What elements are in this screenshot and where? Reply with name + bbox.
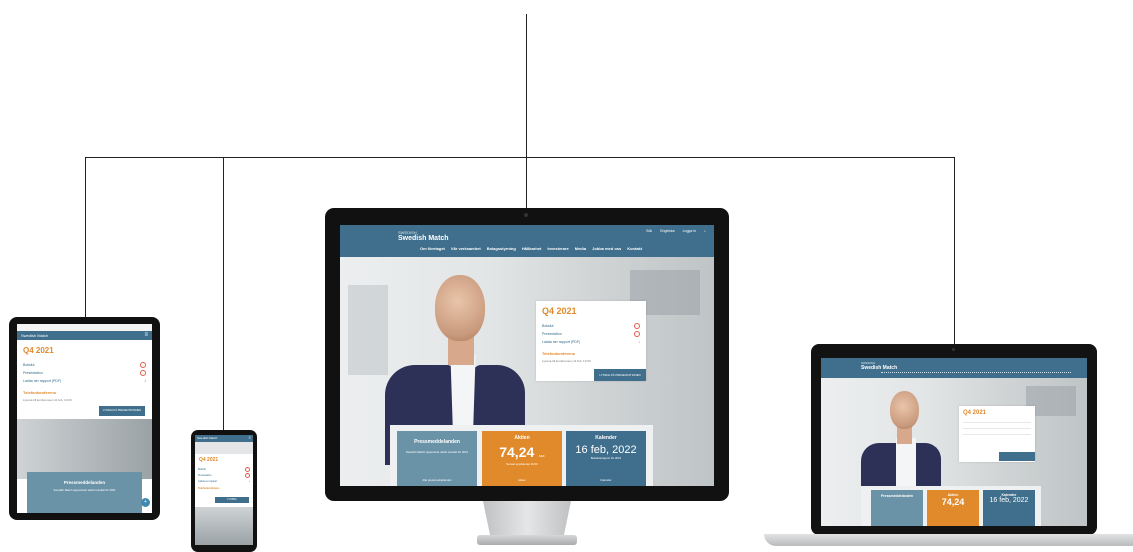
tile-press[interactable]: Pressmeddelanden Swedish Match rapporter… [397, 431, 477, 486]
phone-row-pdf[interactable]: Ladda ner rapport ↓ [195, 479, 253, 483]
laptop-nav-bar [881, 372, 1071, 375]
phone-row-presentation[interactable]: Presentation › [195, 473, 253, 478]
laptop-base [764, 534, 1133, 546]
ceo-photo-laptop [861, 388, 941, 503]
site-header: SWEDISH Swedish Match Sök Engelska Logga… [340, 225, 714, 257]
conference-label: Telefonkonferens [542, 351, 576, 356]
webcam-icon [524, 213, 528, 217]
tablet-listen-button[interactable]: LYSSNA PÅ PRESENTATIONEN [99, 406, 145, 416]
logo-main-text: Swedish Match [398, 235, 449, 242]
nav-item-hallbarhet[interactable]: Hållbarhet [522, 246, 542, 251]
tablet-header: Swedish Match ≡ [17, 331, 152, 340]
utility-bar: Sök Engelska Logga in ⌕ [646, 229, 706, 233]
desktop-monitor: SWEDISH Swedish Match Sök Engelska Logga… [325, 208, 729, 501]
tablet-row-pdf[interactable]: Ladda ner rapport (PDF) ↓ [17, 378, 152, 383]
nav-item-kontakt[interactable]: Kontakt [627, 246, 642, 251]
arrow-icon: › [245, 473, 250, 478]
nav-item-verksamhet[interactable]: Vår verksamhet [451, 246, 481, 251]
background-window-2 [348, 285, 388, 375]
report-row-presentation[interactable]: Presentation › [536, 331, 646, 337]
download-icon: ↓ [144, 378, 146, 383]
connector-tablet [85, 157, 86, 317]
arrow-icon: › [140, 362, 146, 368]
connector-laptop [954, 157, 955, 344]
tile-calendar-link[interactable]: Kalender [566, 478, 646, 482]
phone-website: Swedish Match ≡ Q4 2021 Bokslut › Presen… [195, 435, 253, 545]
chat-icon[interactable]: + [141, 498, 150, 507]
listen-button[interactable]: LYSSNA PÅ PRESENTATIONEN [594, 369, 646, 381]
monitor-stand [477, 501, 577, 549]
phone: Swedish Match ≡ Q4 2021 Bokslut › Presen… [191, 430, 257, 552]
tablet: Swedish Match ≡ Q4 2021 Bokslut › Presen… [9, 317, 160, 520]
utility-search[interactable]: Sök [646, 229, 652, 233]
tablet-row-presentation[interactable]: Presentation › [17, 370, 152, 376]
main-nav: Om företaget Vår verksamhet Bolagsstyrni… [420, 246, 642, 251]
laptop-listen-button[interactable] [999, 452, 1035, 461]
connector-trunk [526, 14, 527, 208]
report-quarter: Q4 2021 [542, 306, 577, 316]
menu-icon[interactable]: ≡ [144, 332, 148, 338]
tablet-website: Swedish Match ≡ Q4 2021 Bokslut › Presen… [17, 324, 152, 513]
calendar-date: 16 feb, 2022 [575, 444, 637, 456]
webcam-icon [952, 348, 955, 351]
laptop-tile-share[interactable]: Aktien 74,24 [927, 490, 979, 526]
arrow-icon: › [634, 323, 640, 329]
arrow-icon: › [140, 370, 146, 376]
share-price: 74,24 [499, 444, 535, 460]
utility-login[interactable]: Logga in [683, 229, 696, 233]
tile-calendar[interactable]: Kalender 16 feb, 2022 Bokslutsrapport fö… [566, 431, 646, 486]
nav-item-bolagsstyrning[interactable]: Bolagsstyrning [487, 246, 516, 251]
laptop-report-card: Q4 2021 [959, 406, 1035, 462]
tile-press-link[interactable]: Alla pressmeddelanden [397, 478, 477, 482]
arrow-icon: › [245, 467, 250, 472]
laptop-tile-calendar[interactable]: Kalender 16 feb, 2022 [983, 490, 1035, 526]
desktop-website: SWEDISH Swedish Match Sök Engelska Logga… [340, 225, 714, 486]
report-card: Q4 2021 Bokslut › Presentation › Ladda n… [536, 301, 646, 381]
logo-small-text: SWEDISH [398, 230, 417, 235]
search-icon[interactable]: ⌕ [704, 229, 706, 233]
report-row-bokslut[interactable]: Bokslut › [536, 323, 646, 329]
utility-language[interactable]: Engelska [660, 229, 674, 233]
nav-item-om[interactable]: Om företaget [420, 246, 445, 251]
report-row-pdf[interactable]: Ladda ner rapport (PDF) ↓ [536, 339, 646, 344]
tablet-row-bokslut[interactable]: Bokslut › [17, 362, 152, 368]
nav-item-investerare[interactable]: Investerare [547, 246, 568, 251]
tile-share-link[interactable]: Aktien [482, 478, 562, 482]
phone-listen-button[interactable]: LYSSNA [215, 497, 249, 503]
tile-share[interactable]: Aktien 74,24 SEK Senast uppdaterad 16:00… [482, 431, 562, 486]
connector-phone [223, 157, 224, 430]
arrow-icon: › [634, 331, 640, 337]
download-icon: ↓ [248, 479, 251, 483]
conference-text: Lyssna till konferensen 11 feb, 13:00 [542, 359, 591, 363]
tablet-status-bar [17, 324, 152, 331]
download-icon: ↓ [638, 339, 640, 344]
menu-icon[interactable]: ≡ [249, 435, 251, 440]
nav-item-jobba[interactable]: Jobba med oss [592, 246, 621, 251]
laptop-header: SWEDISH Swedish Match [821, 358, 1087, 378]
laptop-logo[interactable]: SWEDISH Swedish Match [861, 361, 897, 371]
laptop: SWEDISH Swedish Match Q4 2021 Pressmedde… [811, 344, 1097, 535]
phone-row-bokslut[interactable]: Bokslut › [195, 467, 253, 472]
nav-item-media[interactable]: Media [575, 246, 586, 251]
site-logo[interactable]: SWEDISH Swedish Match [398, 230, 449, 242]
tablet-tile-press[interactable]: Pressmeddelanden Swedish Match rapporter… [27, 472, 142, 513]
laptop-tile-press[interactable]: Pressmeddelanden [871, 490, 923, 526]
phone-header: Swedish Match ≡ [195, 435, 253, 442]
tablet-hero [17, 419, 152, 479]
connector-horizontal [85, 157, 955, 158]
laptop-website: SWEDISH Swedish Match Q4 2021 Pressmedde… [821, 358, 1087, 526]
